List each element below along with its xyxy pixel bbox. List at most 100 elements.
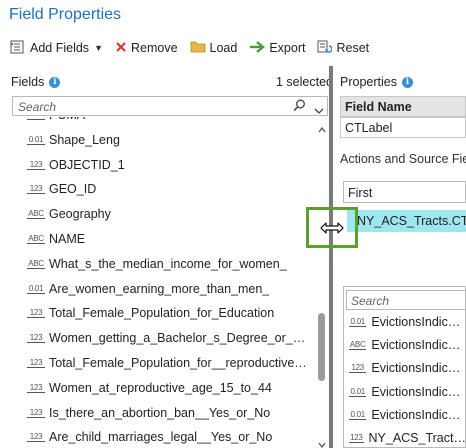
add-fields-button[interactable]: Add Fields ▼: [10, 40, 103, 57]
field-type-icon: 0.01: [27, 134, 45, 145]
field-list-item[interactable]: 123 OBJECTID_1: [12, 155, 314, 175]
field-type-icon: 123: [27, 308, 45, 319]
fields-search-input[interactable]: Search: [12, 96, 328, 116]
reset-button[interactable]: Reset: [317, 40, 369, 57]
field-list-item[interactable]: ABC What_s_the_median_income_for_women_: [12, 254, 314, 274]
actions-source-heading: Actions and Source Field: [340, 152, 466, 166]
field-type-icon: 0.01: [349, 317, 367, 327]
field-list-item[interactable]: 123 Is_there_an_abortion_ban__Yes_or_No: [12, 403, 314, 423]
field-name-label: Shape_Leng: [49, 132, 120, 147]
search-placeholder: Search: [351, 294, 390, 308]
field-list-item[interactable]: ABC Geography: [12, 204, 314, 224]
source-field-list-item[interactable]: ABC EvictionsIndicator: [346, 335, 466, 355]
source-field-name-label: NY_ACS_Tracts.Area: [368, 431, 466, 445]
load-button[interactable]: Load: [190, 40, 238, 56]
field-name-label: OBJECTID_1: [49, 157, 125, 172]
add-fields-label: Add Fields: [30, 41, 90, 55]
field-list-item[interactable]: 123 Are_child_marriages_legal__Yes_or_No: [12, 427, 314, 447]
remove-icon: [115, 41, 131, 56]
info-icon[interactable]: i: [401, 76, 413, 88]
properties-heading-text: Properties: [340, 75, 397, 89]
fields-heading-text: Fields: [11, 75, 45, 89]
remove-label: Remove: [130, 41, 178, 55]
source-field-name-label: EvictionsIndicator: [371, 407, 466, 422]
folder-icon: [190, 40, 210, 56]
toolbar: Add Fields ▼ Remove Load Export Reset: [10, 38, 381, 58]
field-name-label: What_s_the_median_income_for_women_: [49, 256, 287, 271]
scroll-up-icon[interactable]: [318, 120, 326, 138]
field-type-icon: 123: [27, 383, 45, 393]
field-list-item[interactable]: 123 Women_at_reproductive_age_15_to_44: [12, 378, 314, 398]
field-name-header-text: Field Name: [345, 100, 412, 114]
field-list-item[interactable]: 0.01 Shape_Leng: [12, 130, 314, 150]
merge-action-value: First: [348, 186, 373, 200]
field-list-item[interactable]: 0.01 Are_women_earning_more_than_men_: [12, 279, 314, 299]
add-fields-icon: [10, 40, 30, 57]
source-fields-list: 0.01 EvictionsIndicator ABC EvictionsIndica…: [346, 312, 466, 448]
field-type-icon: 123: [27, 160, 45, 170]
field-type-icon: 0.01: [349, 386, 367, 397]
resize-cursor-icon: [320, 221, 344, 240]
search-placeholder: Search: [18, 100, 57, 114]
properties-heading: Properties i: [340, 75, 413, 89]
source-search-input[interactable]: Search: [346, 290, 466, 310]
merge-action-select[interactable]: First: [343, 181, 466, 203]
field-name-label: Total_Female_Population_for__reproductiv…: [49, 356, 311, 370]
field-properties-window: Field Properties Add Fields ▼ Remove Loa…: [0, 0, 466, 448]
field-name-label: Total_Female_Population_for_Education: [49, 306, 275, 321]
source-field-list-item[interactable]: 0.01 EvictionsIndicator: [346, 382, 466, 402]
fields-scrollbar[interactable]: [316, 117, 327, 448]
field-name-input[interactable]: CTLabel: [340, 117, 466, 138]
field-type-icon: 123: [27, 408, 45, 418]
source-field-list-item[interactable]: 0.01 EvictionsIndicator: [346, 405, 466, 425]
search-icon[interactable]: [293, 99, 306, 117]
source-field-name-label: EvictionsIndicator: [371, 315, 466, 329]
chevron-down-icon[interactable]: ▼: [94, 43, 103, 53]
source-field-name-label: EvictionsIndicator: [371, 361, 466, 376]
reset-icon: [317, 40, 336, 57]
info-icon[interactable]: i: [49, 76, 61, 88]
fields-heading: Fields i: [11, 75, 61, 89]
field-name-label: PUMA: [49, 117, 85, 122]
field-type-icon: 123: [349, 433, 364, 443]
source-field-item[interactable]: NY_ACS_Tracts.CTLabel: [347, 210, 466, 232]
field-name-label: Are_women_earning_more_than_men_: [49, 281, 270, 296]
field-list-item[interactable]: ABC NAME: [12, 229, 314, 249]
field-name-label: Women_getting_a_Bachelor_s_Degree_or_hig…: [49, 331, 311, 346]
load-label: Load: [209, 41, 238, 55]
field-type-icon: 123: [349, 363, 367, 374]
field-list-item[interactable]: 123 Total_Female_Population_for_Education: [12, 303, 314, 323]
source-field-list-item[interactable]: 0.01 EvictionsIndicator: [346, 312, 466, 332]
field-type-icon: 123: [27, 432, 45, 443]
field-name-label: GEO_ID: [49, 182, 97, 197]
field-name-label: Is_there_an_abortion_ban__Yes_or_No: [49, 405, 271, 420]
field-list-item[interactable]: 123 GEO_ID: [12, 179, 314, 199]
field-list-item[interactable]: 123 Women_getting_a_Bachelor_s_Degree_or_…: [12, 328, 314, 348]
field-type-icon: ABC: [27, 234, 45, 244]
field-name-label: Are_child_marriages_legal__Yes_or_No: [49, 430, 273, 445]
remove-button[interactable]: Remove: [115, 41, 178, 56]
scrollbar-thumb[interactable]: [318, 313, 325, 381]
fields-list: ABC PUMA 0.01 Shape_Leng 123 OBJECTID_1 123 GEO…: [12, 117, 314, 448]
field-name-label: Geography: [49, 207, 111, 222]
pane-splitter[interactable]: [329, 66, 333, 448]
field-type-icon: 123: [27, 184, 45, 195]
field-type-icon: ABC: [349, 340, 367, 351]
export-button[interactable]: Export: [249, 40, 305, 56]
field-type-icon: 123: [27, 333, 45, 344]
source-field-name-label: EvictionsIndicator: [371, 338, 466, 353]
field-name-header: Field Name: [340, 96, 466, 117]
scroll-down-icon[interactable]: [318, 435, 326, 448]
source-field-name-label: EvictionsIndicator: [371, 384, 466, 399]
field-list-item[interactable]: 123 Total_Female_Population_for__reproduc…: [12, 353, 314, 373]
reset-label: Reset: [336, 41, 370, 55]
field-list-item[interactable]: ABC PUMA: [12, 117, 314, 125]
export-arrow-icon: [249, 40, 269, 56]
source-field-list-item[interactable]: 123 NY_ACS_Tracts.Area: [346, 428, 466, 448]
selected-count: 1 selected: [276, 75, 333, 89]
field-type-icon: 0.01: [349, 409, 367, 420]
field-name-label: NAME: [49, 232, 86, 246]
field-type-icon: 0.01: [27, 283, 45, 294]
source-field-label: NY_ACS_Tracts.CTLabel: [357, 214, 466, 228]
source-field-list-item[interactable]: 123 EvictionsIndicator: [346, 358, 466, 378]
